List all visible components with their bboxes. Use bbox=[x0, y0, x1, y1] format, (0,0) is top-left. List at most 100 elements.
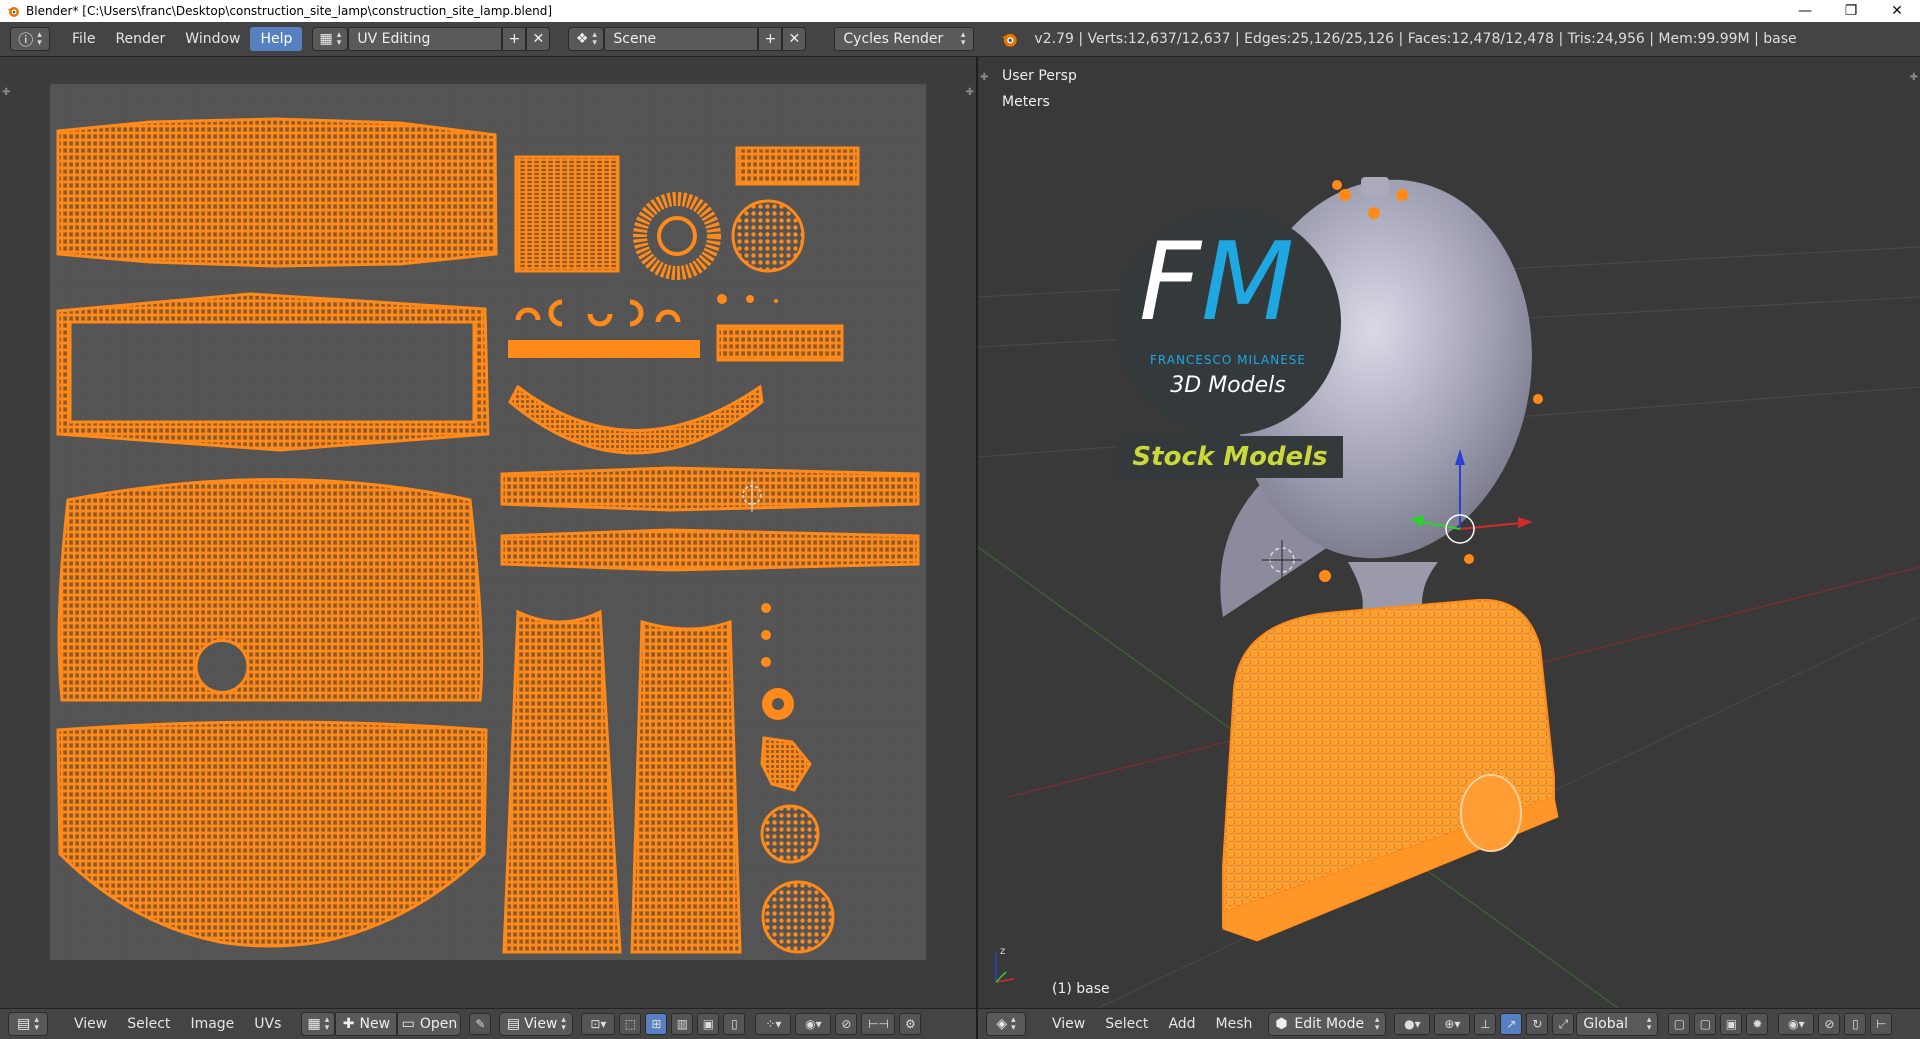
scene-field[interactable]: Scene bbox=[604, 27, 759, 51]
delete-scene-button[interactable]: ✕ bbox=[782, 27, 807, 51]
render-engine-label: Cycles Render bbox=[843, 31, 944, 47]
image-browse-button[interactable]: ▦ ▴ ▾ bbox=[301, 1012, 336, 1036]
3d-menu-view[interactable]: View bbox=[1042, 1012, 1095, 1036]
uv-island[interactable] bbox=[508, 340, 700, 358]
3d-menu-add[interactable]: Add bbox=[1158, 1012, 1205, 1036]
uv-island[interactable] bbox=[761, 630, 771, 640]
menu-file[interactable]: File bbox=[62, 27, 105, 51]
editor-type-3d-button[interactable]: ◈ ▴ ▾ bbox=[986, 1012, 1026, 1036]
uv-island[interactable] bbox=[761, 880, 835, 954]
uv-island[interactable] bbox=[761, 657, 771, 667]
view-mode-select[interactable]: ▤ View ▴ ▾ bbox=[499, 1012, 574, 1036]
uv-island[interactable] bbox=[57, 478, 484, 702]
uv-menu-uvs[interactable]: UVs bbox=[244, 1012, 291, 1036]
snap-element-icon[interactable]: ▯ bbox=[1844, 1013, 1867, 1035]
minimize-button[interactable]: — bbox=[1782, 3, 1828, 19]
watermark-letter-m: M bbox=[1201, 220, 1295, 345]
viewport-scene-svg[interactable]: z bbox=[978, 57, 1920, 1008]
scale-manipulator-icon[interactable]: ⤢ bbox=[1552, 1013, 1575, 1035]
updown-icon: ▴ ▾ bbox=[324, 1015, 330, 1033]
sticky-select-select[interactable]: ⁘▾ bbox=[755, 1013, 792, 1035]
uv-island[interactable] bbox=[746, 295, 754, 303]
close-window-button[interactable]: ✕ bbox=[1874, 3, 1920, 19]
editor-type-uv-button[interactable]: ▤ ▴ ▾ bbox=[8, 1012, 48, 1036]
uv-island[interactable] bbox=[774, 299, 778, 303]
screen-layout-field[interactable]: UV Editing bbox=[348, 27, 503, 51]
uv-island[interactable] bbox=[762, 688, 794, 720]
uv-image-editor[interactable]: ✚ ✚ bbox=[0, 57, 976, 1008]
uv-island[interactable] bbox=[716, 324, 844, 362]
render-engine-select[interactable]: Cycles Render ▴ ▾ bbox=[834, 27, 975, 51]
axis-indicator-icon: z bbox=[995, 946, 1015, 983]
open-image-button[interactable]: ▭ Open bbox=[397, 1012, 462, 1036]
layer-icon[interactable]: ✹ bbox=[1746, 1013, 1769, 1035]
uv-island[interactable] bbox=[514, 155, 620, 273]
maximize-button[interactable]: ❐ bbox=[1828, 3, 1874, 19]
snap-icon[interactable]: ⊘ bbox=[835, 1013, 858, 1035]
pivot-point-select[interactable]: ⊕▾ bbox=[1434, 1013, 1471, 1035]
layer-icon[interactable]: ▢ bbox=[1694, 1013, 1717, 1035]
plus-icon: + bbox=[764, 31, 777, 47]
uv-island[interactable] bbox=[56, 117, 498, 268]
3d-menu-select[interactable]: Select bbox=[1095, 1012, 1158, 1036]
rotate-manipulator-icon[interactable]: ↻ bbox=[1526, 1013, 1549, 1035]
editor-type-info-button[interactable]: ⓘ ▴ ▾ bbox=[10, 27, 50, 51]
menu-render[interactable]: Render bbox=[105, 27, 175, 51]
scene-browse-button[interactable]: ❖ ▴ ▾ bbox=[568, 27, 605, 51]
viewport-shading-select[interactable]: ●▾ bbox=[1394, 1013, 1431, 1035]
uv-island[interactable] bbox=[760, 804, 820, 864]
delete-screen-button[interactable]: ✕ bbox=[526, 27, 551, 51]
add-scene-button[interactable]: + bbox=[758, 27, 783, 51]
screen-layout-browse-button[interactable]: ▦ ▴ ▾ bbox=[312, 27, 349, 51]
new-image-button[interactable]: ✚ New bbox=[335, 1012, 398, 1036]
uv-island[interactable] bbox=[735, 146, 860, 186]
info-icon: ⓘ bbox=[18, 30, 34, 49]
updown-icon: ▴ ▾ bbox=[1011, 1015, 1016, 1033]
add-screen-button[interactable]: + bbox=[502, 27, 527, 51]
uv-island[interactable] bbox=[500, 528, 920, 572]
uv-menu-view[interactable]: View bbox=[64, 1012, 117, 1036]
orientation-label: Global bbox=[1583, 1016, 1629, 1032]
toolshelf-toggle-icon[interactable]: ✚ bbox=[980, 72, 988, 83]
face-select-icon[interactable]: ▣ bbox=[697, 1013, 720, 1035]
snap-icon[interactable]: ⊘ bbox=[1818, 1013, 1841, 1035]
uv-island[interactable] bbox=[717, 294, 727, 304]
watermark-subtitle: 3D Models bbox=[1170, 373, 1286, 398]
sync-selection-icon[interactable]: ⬚ bbox=[619, 1013, 642, 1035]
3d-viewport[interactable]: z User Persp Meters (1) base ✚ ✚ F M FRA… bbox=[978, 57, 1920, 1008]
edge-select-icon[interactable]: ▥ bbox=[671, 1013, 694, 1035]
uv-island[interactable] bbox=[502, 609, 622, 954]
menu-help[interactable]: Help bbox=[250, 27, 303, 51]
snap-target-select[interactable]: ⊢⊣ bbox=[861, 1013, 896, 1035]
snap-target-icon[interactable]: ⊢ bbox=[1870, 1013, 1893, 1035]
proportional-editing-select[interactable]: ◉▾ bbox=[1778, 1013, 1815, 1035]
pivot-select[interactable]: ⊡▾ bbox=[581, 1013, 616, 1035]
layer-icon[interactable]: ▢ bbox=[1668, 1013, 1691, 1035]
translate-manipulator-icon[interactable]: ↗ bbox=[1500, 1013, 1523, 1035]
uv-island[interactable] bbox=[630, 619, 742, 954]
vertex-select-icon[interactable]: ⊞ bbox=[645, 1013, 668, 1035]
island-select-icon[interactable]: ▯ bbox=[723, 1013, 746, 1035]
transform-orientation-select[interactable]: Global ▴ ▾ bbox=[1576, 1012, 1659, 1036]
menu-window[interactable]: Window bbox=[175, 27, 250, 51]
uv-island[interactable] bbox=[500, 466, 920, 512]
mode-select[interactable]: ⬢ Edit Mode ▴ ▾ bbox=[1268, 1012, 1387, 1036]
render-icon[interactable]: ⚙ bbox=[899, 1013, 922, 1035]
uv-menu-image[interactable]: Image bbox=[180, 1012, 244, 1036]
uv-island[interactable] bbox=[761, 603, 771, 613]
toolshelf-toggle-icon[interactable]: ✚ bbox=[2, 87, 10, 98]
uv-layout-svg[interactable] bbox=[50, 84, 926, 960]
properties-toggle-icon[interactable]: ✚ bbox=[1910, 72, 1918, 83]
lamp-base-mesh[interactable] bbox=[1222, 598, 1559, 942]
layer-icon[interactable]: ▣ bbox=[1720, 1013, 1743, 1035]
uv-island[interactable] bbox=[731, 199, 805, 273]
pin-icon[interactable]: ✎ bbox=[469, 1013, 492, 1035]
uv-canvas[interactable] bbox=[50, 84, 926, 960]
3d-menu-mesh[interactable]: Mesh bbox=[1206, 1012, 1263, 1036]
updown-icon: ▴ ▾ bbox=[34, 1015, 39, 1033]
properties-toggle-icon[interactable]: ✚ bbox=[966, 87, 974, 98]
manipulator-toggle-icon[interactable]: ⊥ bbox=[1474, 1013, 1497, 1035]
uv-menu-select[interactable]: Select bbox=[117, 1012, 180, 1036]
uv-editor-header: ▤ ▴ ▾ View Select Image UVs ▦ ▴ ▾ ✚ New ▭ Open… bbox=[0, 1008, 976, 1039]
proportional-edit-select[interactable]: ◉▾ bbox=[795, 1013, 832, 1035]
